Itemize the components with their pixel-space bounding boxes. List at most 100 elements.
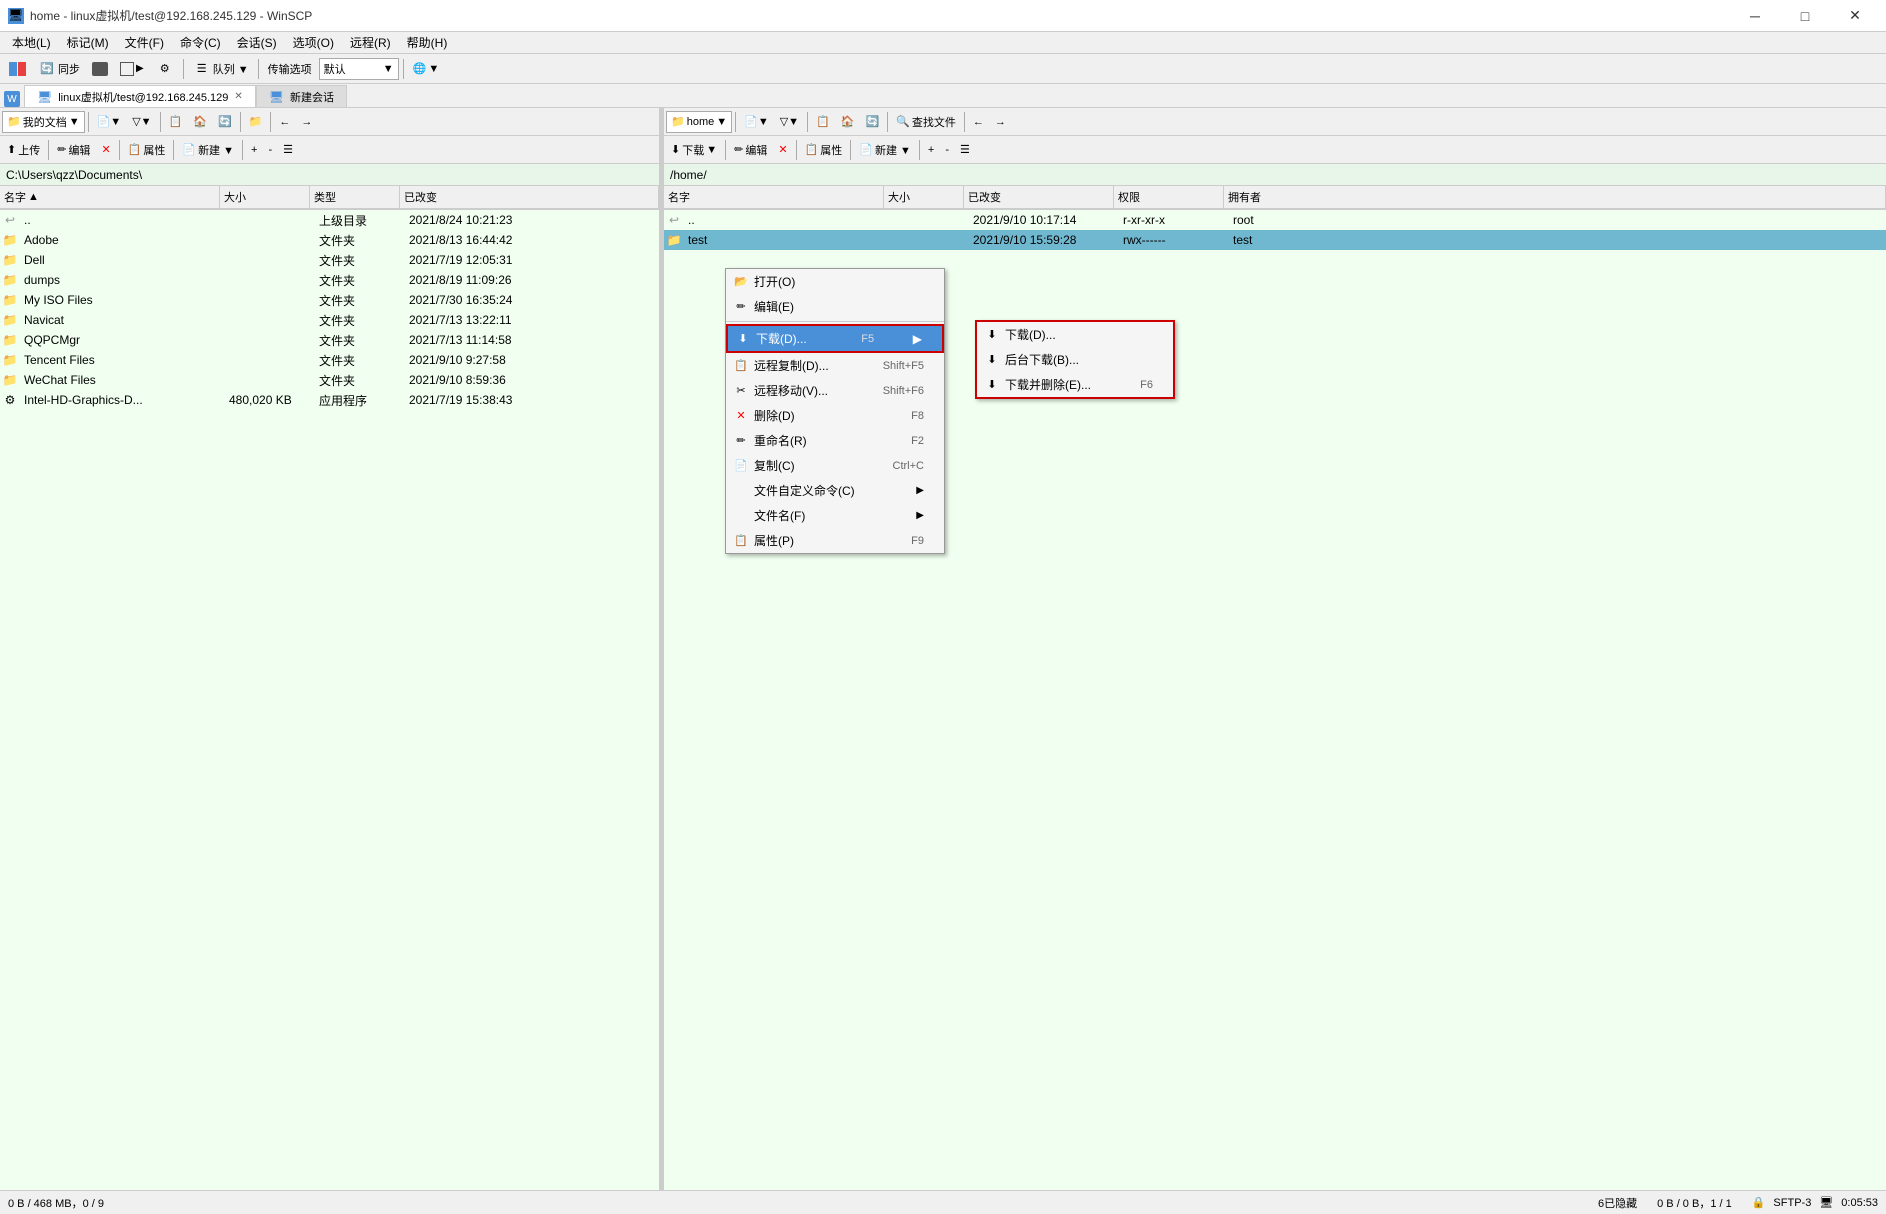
upload-button[interactable]: ⬆ 上传 [2,139,45,161]
ctx-copy[interactable]: 📄 复制(C) Ctrl+C [726,453,944,478]
menu-session[interactable]: 会话(S) [229,32,285,53]
ctx-remote-move[interactable]: ✂ 远程移动(V)... Shift+F6 [726,378,944,403]
left-row-iso-files[interactable]: 📁 My ISO Files 文件夹 2021/7/30 16:35:24 [0,290,659,310]
transfer-dropdown[interactable]: 默认 ▼ [319,58,399,80]
right-toolbar-btn-1[interactable]: 📋 [811,111,835,133]
menu-local[interactable]: 本地(L) [4,32,59,53]
left-row-dell[interactable]: 📁 Dell 文件夹 2021/7/19 12:05:31 [0,250,659,270]
right-dir-dropdown[interactable]: 📁 home ▼ [666,111,732,133]
maximize-button[interactable]: □ [1782,0,1828,32]
tab-close-1[interactable]: ✕ [234,91,242,102]
left-row-up[interactable]: ↩ .. 上级目录 2021/8/24 10:21:23 [0,210,659,230]
menu-remote[interactable]: 远程(R) [342,32,399,53]
right-row-up[interactable]: ↩ .. 2021/9/10 10:17:14 r-xr-xr-x root [664,210,1886,230]
toolbar-globe[interactable]: 🌐 ▼ [408,57,445,81]
folder-icon: 📁 [2,252,18,268]
left-row-adobe[interactable]: 📁 Adobe 文件夹 2021/8/13 16:44:42 [0,230,659,250]
left-minus-btn[interactable]: - [263,139,277,161]
left-toolbar-btn-1[interactable]: 📋 [164,111,188,133]
sub-ctx-download[interactable]: ⬇ 下载(D)... [977,322,1173,347]
left-cell-name: Navicat [20,313,225,327]
left-col-modified[interactable]: 已改变 [400,186,659,208]
left-new-btn[interactable]: 📄▼ [92,111,127,133]
left-row-navicat[interactable]: 📁 Navicat 文件夹 2021/7/13 13:22:11 [0,310,659,330]
queue-button[interactable]: ☰ 队列 ▼ [188,57,254,81]
left-toolbar-btn-2[interactable]: 🏠 [188,111,212,133]
sub-ctx-bg-download[interactable]: ⬇ 后台下载(B)... [977,347,1173,372]
toolbar-separator-1 [183,59,184,79]
right-row-test[interactable]: 📁 test 2021/9/10 15:59:28 rwx------ test [664,230,1886,250]
right-minus-btn[interactable]: - [940,139,954,161]
right-col-perms[interactable]: 权限 [1114,186,1224,208]
left-back-btn[interactable]: ← [274,111,295,133]
right-plus-btn[interactable]: + [923,139,939,161]
left-row-qqpcmgr[interactable]: 📁 QQPCMgr 文件夹 2021/7/13 11:14:58 [0,330,659,350]
left-row-intel[interactable]: ⚙ Intel-HD-Graphics-D... 480,020 KB 应用程序… [0,390,659,410]
transfer-options-btn[interactable]: 传输选项 [263,57,317,81]
my-docs-icon: 📁 [7,115,21,128]
ctx-properties[interactable]: 📋 属性(P) F9 [726,528,944,553]
right-forward-btn[interactable]: → [990,111,1011,133]
tab-label-2: 新建会话 [290,89,334,105]
ctx-open[interactable]: 📂 打开(O) [726,269,944,294]
sub-ctx-dl-delete[interactable]: ⬇ 下载并删除(E)... F6 [977,372,1173,397]
right-toolbar-btn-2[interactable]: 🏠 [836,111,860,133]
left-col-type[interactable]: 类型 [310,186,400,208]
menu-help[interactable]: 帮助(H) [399,32,456,53]
ctx-download[interactable]: ⬇ 下载(D)... F5 ▶ [726,324,944,353]
ctx-edit[interactable]: ✏ 编辑(E) [726,294,944,319]
right-properties-btn[interactable]: 📋 属性 [800,139,848,161]
right-menu-btn[interactable]: ☰ [955,139,975,161]
ctx-remote-copy[interactable]: 📋 远程复制(D)... Shift+F5 [726,353,944,378]
sync-button[interactable]: 🔄 同步 [33,57,85,81]
left-col-size[interactable]: 大小 [220,186,310,208]
main-toolbar: 🔄 同步 ▶ ⚙ ☰ 队列 ▼ 传输选项 默认 ▼ 🌐 ▼ [0,54,1886,84]
left-row-wechat[interactable]: 📁 WeChat Files 文件夹 2021/9/10 8:59:36 [0,370,659,390]
right-back-btn[interactable]: ← [968,111,989,133]
toolbar-btn-3[interactable]: ▶ [115,57,149,81]
right-new-btn[interactable]: 📄▼ [739,111,774,133]
ctx-delete[interactable]: ✕ 删除(D) F8 [726,403,944,428]
left-row-tencent[interactable]: 📁 Tencent Files 文件夹 2021/9/10 9:27:58 [0,350,659,370]
right-col-size[interactable]: 大小 [884,186,964,208]
right-find-btn[interactable]: 🔍 查找文件 [891,111,961,133]
left-row-dumps[interactable]: 📁 dumps 文件夹 2021/8/19 11:09:26 [0,270,659,290]
menu-mark[interactable]: 标记(M) [59,32,117,53]
left-col-name[interactable]: 名字 ▲ [0,186,220,208]
right-delete-btn[interactable]: ✕ [773,139,792,161]
left-menu-btn[interactable]: ☰ [278,139,298,161]
left-plus-btn[interactable]: + [246,139,262,161]
right-col-name[interactable]: 名字 [664,186,884,208]
left-forward-btn[interactable]: → [296,111,317,133]
right-new-item-btn[interactable]: 📄 新建 ▼ [854,139,916,161]
right-col-owner[interactable]: 拥有者 [1224,186,1886,208]
left-edit-btn[interactable]: ✏ 编辑 [52,139,95,161]
left-cell-modified: 2021/7/19 12:05:31 [405,253,657,267]
menu-file[interactable]: 文件(F) [117,32,172,53]
download-button[interactable]: ⬇ 下载 ▼ [666,139,722,161]
close-button[interactable]: ✕ [1832,0,1878,32]
ctx-custom-commands[interactable]: 文件自定义命令(C) ▶ [726,478,944,503]
toolbar-btn-2[interactable] [87,57,113,81]
left-dir-dropdown[interactable]: 📁 我的文档 ▼ [2,111,85,133]
tab-new-session[interactable]: 🖥 新建会话 [256,85,347,107]
right-filter-btn[interactable]: ▽▼ [775,111,804,133]
menu-command[interactable]: 命令(C) [172,32,229,53]
minimize-button[interactable]: ─ [1732,0,1778,32]
right-edit-btn[interactable]: ✏ 编辑 [729,139,772,161]
right-col-modified[interactable]: 已改变 [964,186,1114,208]
toolbar-btn-1[interactable] [4,57,31,81]
left-filter-btn[interactable]: ▽▼ [127,111,156,133]
left-new-item-btn[interactable]: 📄 新建 ▼ [177,139,239,161]
ctx-filename[interactable]: 文件名(F) ▶ [726,503,944,528]
right-refresh-btn[interactable]: 🔄 [860,111,884,133]
left-refresh-btn[interactable]: 🔄 [213,111,237,133]
toolbar-settings[interactable]: ⚙ [151,57,179,81]
left-delete-btn[interactable]: ✕ [96,139,115,161]
left-cell-name: Adobe [20,233,225,247]
menu-options[interactable]: 选项(O) [285,32,342,53]
tab-session-1[interactable]: 🖥 linux虚拟机/test@192.168.245.129 ✕ [24,85,256,107]
ctx-rename[interactable]: ✏ 重命名(R) F2 [726,428,944,453]
left-properties-btn[interactable]: 📋 属性 [123,139,171,161]
left-nav-btn[interactable]: 📁 [244,111,268,133]
